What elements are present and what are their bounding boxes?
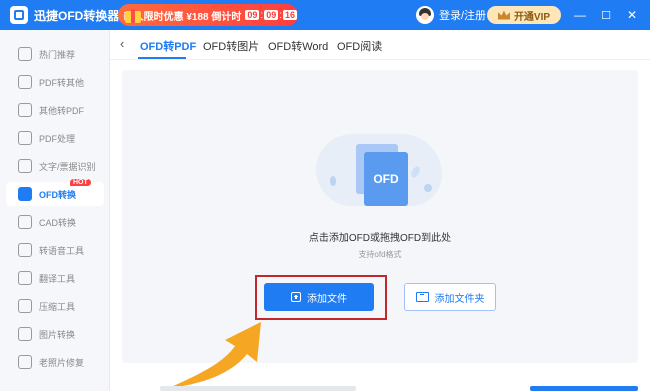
sidebar-item-label: PDF处理 bbox=[39, 133, 76, 144]
sidebar-item-pdf-to-other[interactable]: PDF转其他 bbox=[6, 70, 104, 94]
sidebar-item-image[interactable]: 图片转换 bbox=[6, 322, 104, 346]
tab-active-indicator bbox=[138, 57, 186, 59]
highlight-annotation-box bbox=[255, 275, 387, 320]
sidebar-item-label: 图片转换 bbox=[39, 329, 76, 340]
sidebar-item-ocr[interactable]: 文字/票据识别 bbox=[6, 154, 104, 178]
avatar bbox=[416, 6, 434, 24]
sidebar-item-label: 压缩工具 bbox=[39, 301, 76, 312]
close-button[interactable]: ✕ bbox=[624, 7, 640, 23]
minimize-icon: — bbox=[574, 8, 586, 22]
ofd-file-illustration: OFD bbox=[316, 126, 446, 216]
tab-ofd-to-image[interactable]: OFD转图片 bbox=[203, 38, 259, 54]
drop-hint: 点击添加OFD或拖拽OFD到此处 bbox=[308, 233, 452, 244]
drop-decoration bbox=[330, 176, 336, 186]
ofd-icon bbox=[18, 187, 32, 201]
sidebar-item-voice[interactable]: 转语音工具 bbox=[6, 238, 104, 262]
sidebar-item-label: OFD转换 bbox=[39, 189, 76, 200]
file-convert-icon bbox=[18, 103, 32, 117]
add-folder-button[interactable]: 添加文件夹 bbox=[404, 283, 496, 311]
bottom-bar-right bbox=[530, 386, 638, 391]
sidebar-item-photo-repair[interactable]: 老照片修复 bbox=[6, 350, 104, 374]
dot-decoration bbox=[424, 184, 432, 192]
sidebar-item-label: 文字/票据识别 bbox=[39, 161, 96, 172]
add-folder-label: 添加文件夹 bbox=[434, 293, 485, 305]
ofd-file-label: OFD bbox=[373, 172, 399, 186]
promo-countdown: 09:09:16 bbox=[245, 9, 297, 21]
countdown-hours: 09 bbox=[245, 9, 260, 20]
login-link[interactable]: 登录/注册 bbox=[416, 6, 486, 24]
arrow-shape bbox=[169, 322, 261, 388]
vip-label: 开通VIP bbox=[513, 11, 551, 23]
compress-icon bbox=[18, 299, 32, 313]
chevron-left-icon[interactable]: ‹ bbox=[120, 36, 124, 51]
sidebar-item-translate[interactable]: 翻译工具 bbox=[6, 266, 104, 290]
pdf-tool-icon bbox=[18, 131, 32, 145]
promo-banner[interactable]: 新人限时优惠 ¥188 倒计时 09:09:16 bbox=[118, 4, 298, 26]
sidebar-item-other-to-pdf[interactable]: 其他转PDF bbox=[6, 98, 104, 122]
sidebar-item-label: 热门推荐 bbox=[39, 49, 76, 60]
countdown-seconds: 16 bbox=[282, 9, 297, 20]
sidebar-item-label: 转语音工具 bbox=[39, 245, 85, 256]
tab-ofd-to-word[interactable]: OFD转Word bbox=[268, 38, 328, 54]
hot-badge: HOT bbox=[70, 179, 91, 186]
gift-icon bbox=[122, 5, 137, 25]
app-logo-icon bbox=[10, 6, 28, 24]
sidebar-item-label: 其他转PDF bbox=[39, 105, 85, 116]
tab-ofd-reader[interactable]: OFD阅读 bbox=[337, 38, 382, 54]
star-icon bbox=[18, 47, 32, 61]
cad-icon bbox=[18, 215, 32, 229]
promo-text: 新人限时优惠 ¥188 倒计时 bbox=[123, 11, 242, 23]
app-title: 迅捷OFD转换器 bbox=[34, 8, 120, 23]
sidebar-item-label: 老照片修复 bbox=[39, 357, 85, 368]
translate-icon bbox=[18, 271, 32, 285]
sidebar-item-pdf-tools[interactable]: PDF处理 bbox=[6, 126, 104, 150]
photo-repair-icon bbox=[18, 355, 32, 369]
image-icon bbox=[18, 327, 32, 341]
sidebar-item-cad[interactable]: CAD转换 bbox=[6, 210, 104, 234]
pdf-icon bbox=[18, 75, 32, 89]
ocr-icon bbox=[18, 159, 32, 173]
sidebar-item-label: PDF转其他 bbox=[39, 77, 85, 88]
sidebar-item-hot[interactable]: 热门推荐 bbox=[6, 42, 104, 66]
sidebar-item-label: 翻译工具 bbox=[39, 273, 76, 284]
maximize-icon: ☐ bbox=[601, 9, 611, 22]
close-icon: ✕ bbox=[626, 8, 638, 22]
folder-icon bbox=[415, 292, 429, 302]
supported-format-text: 支持ofd格式 bbox=[358, 250, 402, 259]
crown-icon bbox=[497, 10, 510, 20]
tab-bar: ‹ OFD转PDF OFD转图片 OFD转Word OFD阅读 bbox=[110, 30, 650, 60]
ofd-file-icon: OFD bbox=[364, 152, 408, 206]
sidebar-item-label: CAD转换 bbox=[39, 217, 77, 228]
login-label: 登录/注册 bbox=[439, 10, 487, 22]
sidebar-item-ofd[interactable]: OFD转换 HOT bbox=[6, 179, 104, 206]
pointer-arrow-icon bbox=[169, 322, 261, 388]
maximize-button[interactable]: ☐ bbox=[598, 7, 614, 23]
vip-button[interactable]: 开通VIP bbox=[487, 6, 561, 24]
voice-icon bbox=[18, 243, 32, 257]
minimize-button[interactable]: — bbox=[572, 7, 588, 23]
countdown-minutes: 09 bbox=[264, 9, 279, 20]
sidebar-item-compress[interactable]: 压缩工具 bbox=[6, 294, 104, 318]
tab-ofd-to-pdf[interactable]: OFD转PDF bbox=[140, 38, 196, 54]
bottom-bar-left bbox=[160, 386, 356, 391]
sidebar: 热门推荐 PDF转其他 其他转PDF PDF处理 文字/票据识别 OFD转换 HO… bbox=[0, 30, 110, 391]
